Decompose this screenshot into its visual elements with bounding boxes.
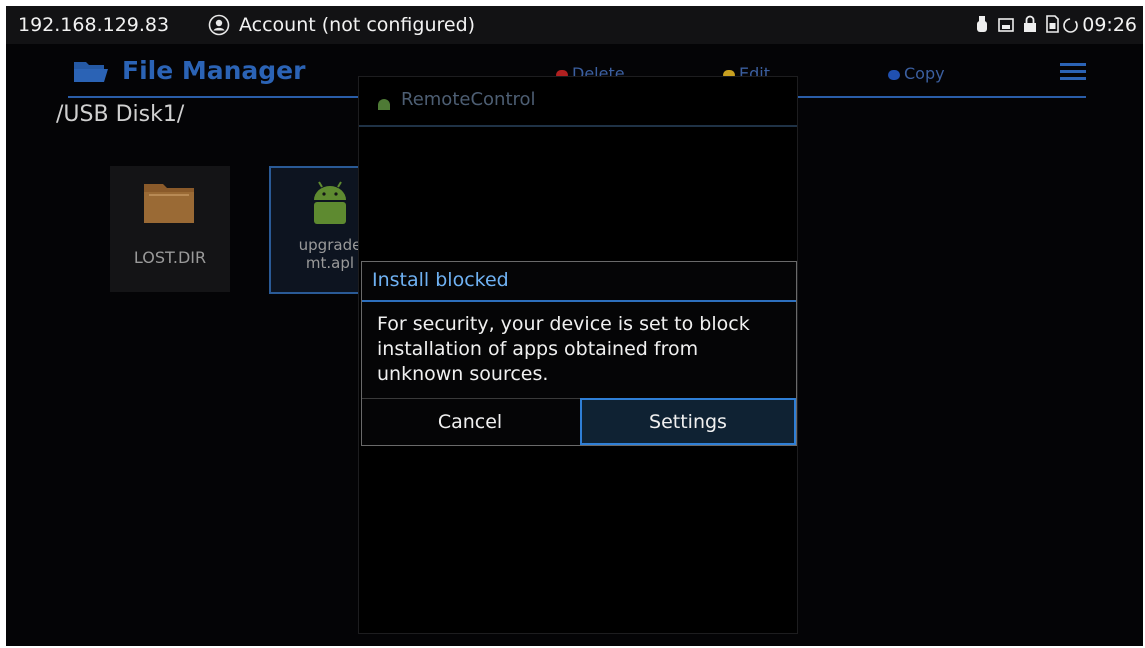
dialog-message: For security, your device is set to bloc… [377, 313, 750, 385]
app-title: File Manager [122, 56, 306, 85]
window-title: RemoteControl [401, 89, 536, 110]
remote-control-titlebar: RemoteControl [359, 77, 797, 127]
folder-open-icon [72, 58, 110, 88]
android-app-icon [377, 95, 391, 114]
copy-label: Copy [904, 64, 945, 83]
cancel-button[interactable]: Cancel [362, 399, 578, 444]
usb-icon [975, 15, 989, 37]
lock-icon [1023, 15, 1037, 37]
install-blocked-dialog: Install blocked For security, your devic… [361, 261, 797, 446]
dialog-header: Install blocked [362, 262, 796, 302]
file-name-line-2: mt.apl [305, 254, 355, 272]
sim-icon [1046, 15, 1059, 37]
file-name-line-1: upgrade [298, 236, 362, 254]
file-tile-lost-dir[interactable]: LOST.DIR [110, 166, 230, 292]
copy-button[interactable]: Copy [888, 64, 945, 83]
folder-icon [143, 180, 195, 228]
notification-icons [975, 15, 1059, 37]
status-bar: 192.168.129.83 Account (not configured) [6, 6, 1143, 44]
dialog-title: Install blocked [372, 269, 509, 291]
file-name: LOST.DIR [133, 248, 207, 267]
device-screen: 192.168.129.83 Account (not configured) [6, 6, 1143, 646]
android-icon [307, 178, 353, 230]
menu-icon[interactable] [1060, 62, 1086, 86]
account-status[interactable]: Account (not configured) [239, 14, 475, 36]
sync-icon [1062, 17, 1079, 38]
breadcrumb-path: /USB Disk1/ [56, 102, 185, 127]
copy-dot-icon [888, 69, 900, 80]
ip-address: 192.168.129.83 [18, 14, 170, 36]
settings-button[interactable]: Settings [580, 398, 796, 445]
avatar-icon[interactable] [208, 14, 230, 36]
screenshot-icon [998, 17, 1014, 36]
clock: 09:26 [1082, 14, 1137, 36]
dialog-buttons: Cancel Settings [362, 398, 796, 446]
